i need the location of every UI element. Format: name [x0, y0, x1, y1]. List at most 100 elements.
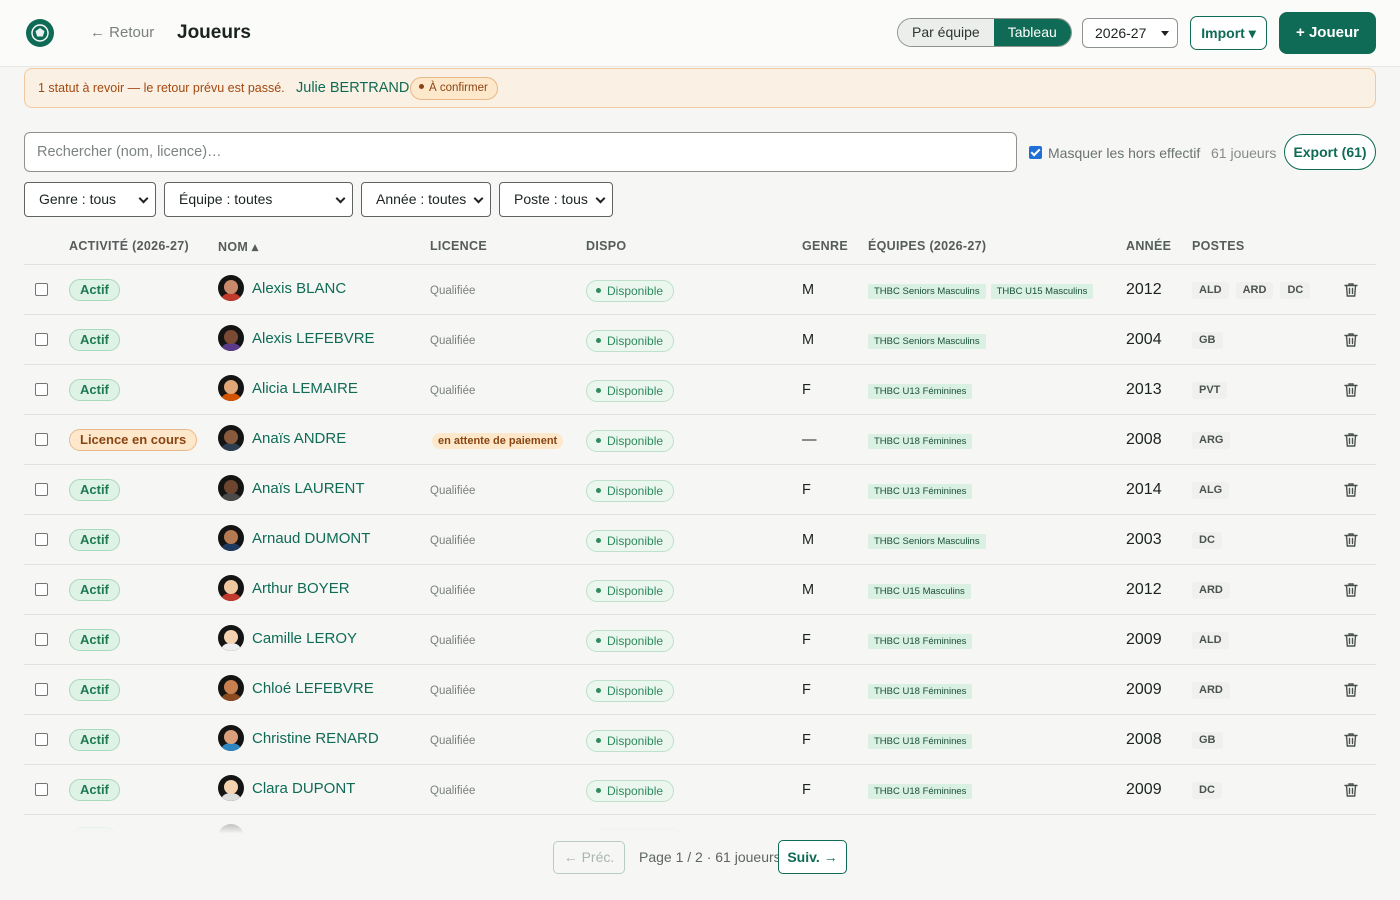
previous-page-button[interactable]: ← Préc.: [553, 841, 625, 874]
player-name-link[interactable]: Alexis BLANC: [252, 280, 346, 297]
position-tag: ARD: [1192, 682, 1230, 699]
avatar-face: [224, 280, 238, 294]
trash-icon[interactable]: [1342, 781, 1360, 799]
avatar-face: [224, 680, 238, 694]
row-select-checkbox[interactable]: [35, 333, 48, 346]
column-header-name[interactable]: NOM ▴: [218, 239, 258, 254]
dot-icon: [596, 788, 601, 794]
trash-icon[interactable]: [1342, 281, 1360, 299]
gender-value: F: [802, 782, 811, 798]
table-row[interactable]: Actif Anaïs LAURENT Qualifiée Disponible F TH…: [24, 465, 1376, 515]
row-select-checkbox[interactable]: [35, 283, 48, 296]
gender-value: F: [802, 632, 811, 648]
licence-status: Qualifiée: [430, 485, 476, 497]
row-select-checkbox[interactable]: [35, 783, 48, 796]
birth-year: 2012: [1126, 581, 1162, 598]
teams-list: THBC U18 Féminines: [868, 434, 973, 449]
player-name-link[interactable]: Christine RENARD: [252, 730, 379, 747]
avatar-body: [221, 443, 241, 451]
position-tag: ALD: [1192, 632, 1229, 649]
player-name-link[interactable]: Camille LEROY: [252, 630, 357, 647]
hide-non-roster-checkbox[interactable]: [1029, 146, 1042, 159]
table-row[interactable]: Actif Chloé LEFEBVRE Qualifiée Disponible F T…: [24, 665, 1376, 715]
genre-filter[interactable]: Genre : tous: [24, 182, 156, 217]
teams-list: THBC U13 Féminines: [868, 384, 973, 399]
column-header-licence: LICENCE: [430, 239, 487, 253]
trash-icon[interactable]: [1342, 331, 1360, 349]
availability-label: Disponible: [607, 734, 664, 748]
player-name-link[interactable]: Chloé LEFEBVRE: [252, 680, 374, 697]
hide-non-roster-label: Masquer les hors effectif: [1048, 145, 1201, 161]
next-page-button[interactable]: Suiv. →: [778, 840, 847, 874]
avatar: [218, 525, 244, 551]
team-filter[interactable]: Équipe : toutes: [164, 182, 353, 217]
player-name-link[interactable]: Arnaud DUMONT: [252, 530, 370, 547]
position-tag: GB: [1192, 332, 1223, 349]
dot-icon: [596, 538, 601, 544]
trash-icon[interactable]: [1342, 631, 1360, 649]
table-row[interactable]: Actif Alexis LEFEBVRE Qualifiée Disponible M…: [24, 315, 1376, 365]
teams-list: THBC U18 Féminines: [868, 684, 973, 699]
season-select[interactable]: 2026-27: [1082, 18, 1178, 48]
position-filter[interactable]: Poste : tous: [499, 182, 613, 217]
trash-icon[interactable]: [1342, 381, 1360, 399]
row-select-checkbox[interactable]: [35, 733, 48, 746]
column-header-teams: ÉQUIPES (2026-27): [868, 239, 987, 253]
player-name-link[interactable]: Alicia LEMAIRE: [252, 380, 358, 397]
year-filter[interactable]: Année : toutes: [361, 182, 491, 217]
import-button[interactable]: Import ▾: [1190, 16, 1267, 50]
trash-icon[interactable]: [1342, 431, 1360, 449]
table-row[interactable]: Actif Alexis BLANC Qualifiée Disponible M THB…: [24, 265, 1376, 315]
gender-value: M: [802, 532, 815, 548]
view-table-option[interactable]: Tableau: [993, 19, 1071, 46]
row-select-checkbox[interactable]: [35, 533, 48, 546]
search-input[interactable]: [24, 132, 1017, 172]
back-link[interactable]: ← Retour: [90, 24, 154, 41]
player-name-link[interactable]: Clara DUPONT: [252, 780, 355, 797]
trash-icon[interactable]: [1342, 581, 1360, 599]
row-select-checkbox[interactable]: [35, 433, 48, 446]
table-row[interactable]: Actif Camille LEROY Qualifiée Disponible F TH…: [24, 615, 1376, 665]
gender-value: M: [802, 332, 815, 348]
row-select-checkbox[interactable]: [35, 583, 48, 596]
table-row[interactable]: Actif Clara DUPONT Qualifiée Disponible F THB…: [24, 765, 1376, 815]
alert-status-badge: À confirmer: [410, 77, 498, 100]
position-tag: ARD: [1235, 282, 1274, 299]
avatar-face: [224, 780, 238, 794]
trash-icon[interactable]: [1342, 531, 1360, 549]
table-row[interactable]: Actif Alicia LEMAIRE Qualifiée Disponible F T…: [24, 365, 1376, 415]
avatar-face: [224, 330, 238, 344]
birth-year: 2004: [1126, 331, 1162, 348]
dot-icon: [596, 588, 601, 594]
view-by-team-option[interactable]: Par équipe: [898, 19, 994, 46]
export-button[interactable]: Export (61): [1284, 134, 1376, 170]
position-tag: DC: [1192, 532, 1222, 549]
avatar-face: [224, 580, 238, 594]
availability-badge: Disponible: [586, 480, 675, 502]
team-tag: THBC U13 Féminines: [868, 384, 973, 399]
row-select-checkbox[interactable]: [35, 483, 48, 496]
player-name-link[interactable]: Anaïs LAURENT: [252, 480, 365, 497]
row-select-checkbox[interactable]: [35, 383, 48, 396]
player-name-link[interactable]: Anaïs ANDRE: [252, 430, 346, 447]
trash-icon[interactable]: [1342, 681, 1360, 699]
player-name-link[interactable]: Arthur BOYER: [252, 580, 350, 597]
club-logo-icon[interactable]: [26, 19, 54, 47]
alert-player-link[interactable]: Julie BERTRAND: [296, 80, 409, 96]
caret-down-icon: [1161, 31, 1169, 36]
dot-icon: [596, 738, 601, 744]
table-row[interactable]: Actif Arthur BOYER Qualifiée Disponible M THB…: [24, 565, 1376, 615]
add-player-button[interactable]: + Joueur: [1279, 12, 1376, 54]
row-select-checkbox[interactable]: [35, 683, 48, 696]
table-row[interactable]: Actif Arnaud DUMONT Qualifiée Disponible M TH…: [24, 515, 1376, 565]
licence-status: Qualifiée: [430, 585, 476, 597]
player-name-link[interactable]: Alexis LEFEBVRE: [252, 330, 375, 347]
row-select-checkbox[interactable]: [35, 633, 48, 646]
trash-icon[interactable]: [1342, 481, 1360, 499]
avatar-body: [221, 293, 241, 301]
trash-icon[interactable]: [1342, 731, 1360, 749]
position-tag: DC: [1192, 782, 1222, 799]
table-row[interactable]: Actif Christine RENARD Qualifiée Disponible…: [24, 715, 1376, 765]
table-row[interactable]: Licence en cours Anaïs ANDRE en attente de…: [24, 415, 1376, 465]
positions-list: PVT: [1192, 382, 1228, 399]
